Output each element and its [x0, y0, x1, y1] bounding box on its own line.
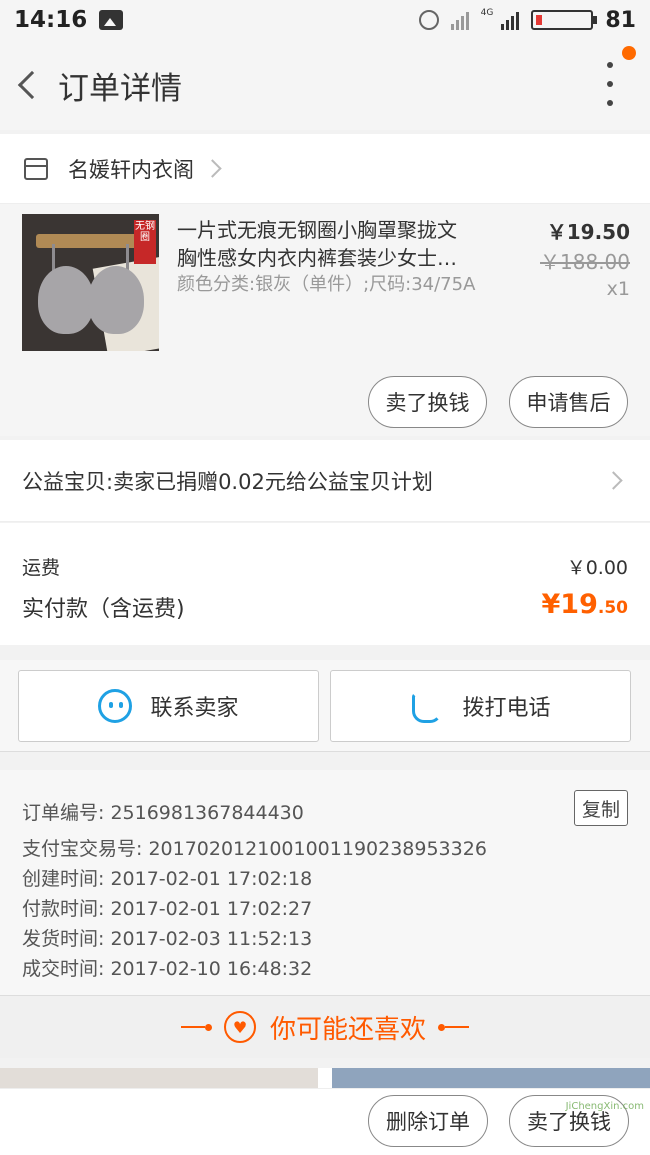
heart-icon: ♥ [223, 1011, 256, 1043]
recommend-header: ♥ 你可能还喜欢 [0, 996, 650, 1058]
product-thumbnail[interactable]: 无钢圈 [22, 214, 159, 351]
completed-time: 成交时间: 2017-02-10 16:48:32 [22, 958, 313, 980]
gallery-notification-icon [99, 10, 124, 30]
more-menu-button[interactable] [598, 62, 622, 106]
created-time: 创建时间: 2017-02-01 17:02:18 [22, 868, 313, 890]
paid-amount: ¥19.50 [541, 589, 629, 620]
product-price: ￥19.50 [546, 220, 630, 244]
back-button[interactable] [2, 40, 52, 130]
after-sale-button[interactable]: 申请售后 [509, 376, 628, 428]
recommend-strip [0, 1068, 650, 1088]
chat-icon [98, 689, 133, 723]
shipping-value: ￥0.00 [566, 557, 628, 579]
charity-text: 公益宝贝:卖家已捐赠0.02元给公益宝贝计划 [22, 469, 433, 494]
chevron-left-icon [17, 70, 47, 100]
call-button[interactable]: 拨打电话 [330, 670, 631, 742]
shop-icon [24, 157, 48, 180]
order-info: 订单编号: 2516981367844430 支付宝交易号: 201702012… [0, 770, 650, 996]
paid-label: 实付款（含运费) [22, 597, 185, 622]
fee-summary: 运费 ￥0.00 实付款（含运费) ¥19.50 [0, 523, 650, 645]
product-item[interactable]: 无钢圈 一片式无痕无钢圈小胸罩聚拢文 胸性感女内衣内裤套装少女士… 颜色分类:银… [0, 204, 650, 436]
battery-level: 81 [605, 7, 636, 33]
recommend-item[interactable] [332, 1068, 650, 1088]
product-original-price: ￥188.00 [540, 250, 630, 274]
signal-strong-icon [501, 10, 520, 30]
thumbnail-tag: 无钢圈 [134, 220, 156, 264]
status-time: 14:16 [14, 7, 88, 33]
delete-order-button[interactable]: 删除订单 [368, 1095, 488, 1147]
contact-actions: 联系卖家 拨打电话 [0, 660, 650, 752]
recommend-title: 你可能还喜欢 [269, 1014, 426, 1045]
contact-seller-label: 联系卖家 [150, 696, 239, 721]
product-spec: 颜色分类:银灰（单件）;尺码:34/75A [177, 274, 476, 295]
product-quantity: x1 [606, 278, 630, 300]
battery-icon [531, 10, 598, 30]
order-number: 订单编号: 2516981367844430 [22, 802, 304, 824]
call-label: 拨打电话 [462, 696, 551, 721]
chevron-right-icon [604, 471, 623, 490]
shop-name: 名媛轩内衣阁 [68, 157, 194, 182]
bottom-action-bar: 删除订单 卖了换钱 JiChengXin.com [0, 1088, 650, 1155]
paid-time: 付款时间: 2017-02-01 17:02:27 [22, 898, 313, 920]
copy-button[interactable]: 复制 [574, 790, 628, 826]
page-title: 订单详情 [58, 70, 182, 107]
alarm-icon [418, 10, 439, 30]
charity-row[interactable]: 公益宝贝:卖家已捐赠0.02元给公益宝贝计划 [0, 440, 650, 522]
title-bar: 订单详情 [0, 40, 650, 130]
chevron-right-icon [203, 159, 222, 178]
recommend-item[interactable] [0, 1068, 318, 1088]
signal-icon [450, 10, 469, 30]
watermark: JiChengXin.com [565, 1101, 644, 1112]
phone-icon [410, 689, 444, 723]
notification-dot [622, 46, 636, 60]
shop-row[interactable]: 名媛轩内衣阁 [0, 134, 650, 204]
alipay-trade-number: 支付宝交易号: 2017020121001001190238953326 [22, 838, 487, 860]
shipped-time: 发货时间: 2017-02-03 11:52:13 [22, 928, 313, 950]
shipping-label: 运费 [22, 557, 61, 579]
network-4g-icon: 4G [480, 7, 494, 18]
sell-exchange-button[interactable]: 卖了换钱 [368, 376, 487, 428]
product-name: 一片式无痕无钢圈小胸罩聚拢文 胸性感女内衣内裤套装少女士… [177, 218, 457, 270]
status-bar: 14:16 4G 81 [0, 0, 650, 40]
contact-seller-button[interactable]: 联系卖家 [18, 670, 319, 742]
